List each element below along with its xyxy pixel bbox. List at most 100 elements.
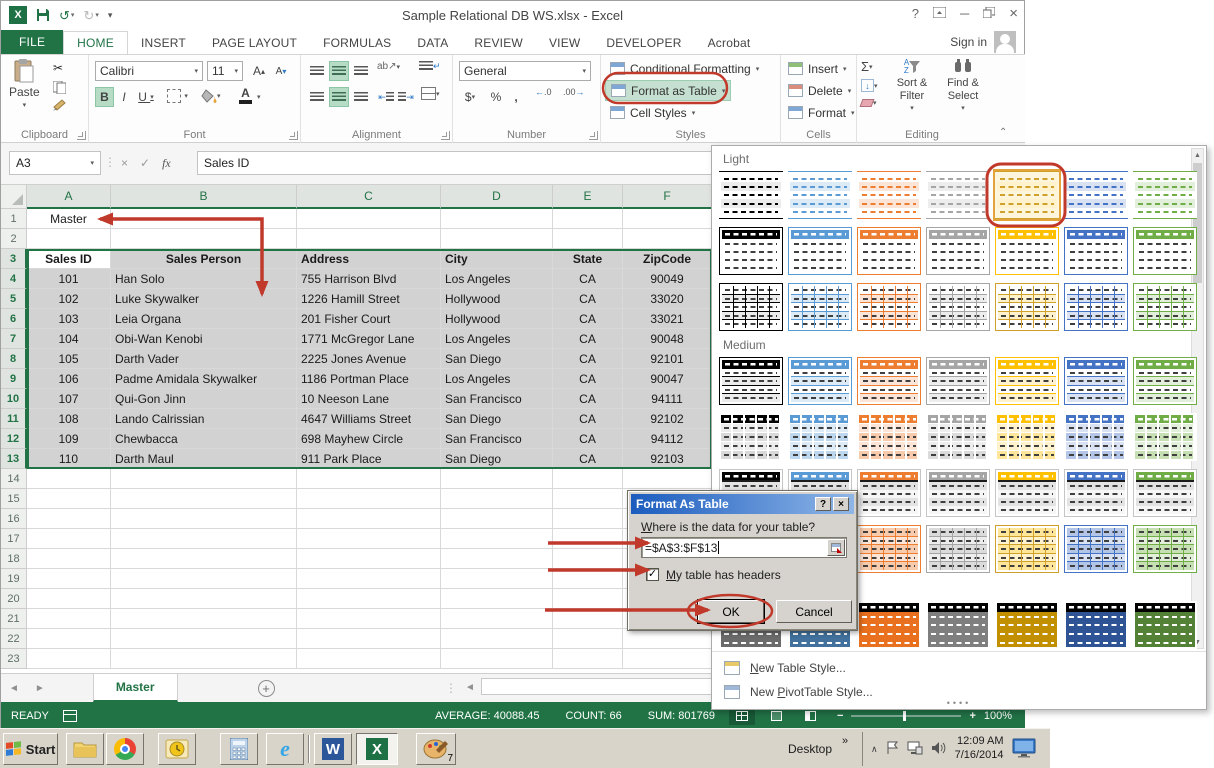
sign-in[interactable]: Sign in	[950, 31, 1016, 53]
table-style-m2-blue[interactable]	[1064, 413, 1128, 461]
cell-E12[interactable]: CA	[553, 429, 623, 449]
table-style-l2-gray[interactable]	[926, 227, 990, 275]
cell-F8[interactable]: 92101	[623, 349, 712, 369]
cell-F1[interactable]	[623, 209, 712, 229]
cell-C3[interactable]: Address	[297, 249, 441, 269]
volume-icon[interactable]	[931, 741, 947, 758]
table-style-m1-blue[interactable]	[1064, 357, 1128, 405]
cell-C16[interactable]	[297, 509, 441, 529]
cell-A11[interactable]: 108	[27, 409, 111, 429]
cell-D18[interactable]	[441, 549, 553, 569]
table-style-d1-green[interactable]	[1133, 601, 1197, 649]
table-style-l1-gold[interactable]	[995, 171, 1059, 219]
cell-E2[interactable]	[553, 229, 623, 249]
excel-app-icon[interactable]: X	[9, 6, 27, 24]
bold-button[interactable]: B	[95, 87, 114, 107]
column-header-F[interactable]: F	[623, 185, 712, 209]
column-header-C[interactable]: C	[297, 185, 441, 209]
cell-A23[interactable]	[27, 649, 111, 669]
gallery-resize-handle[interactable]: ••••	[712, 698, 1206, 708]
ribbon-tab-home[interactable]: HOME	[63, 31, 128, 55]
cell-A22[interactable]	[27, 629, 111, 649]
cell-A20[interactable]	[27, 589, 111, 609]
cell-B22[interactable]	[111, 629, 297, 649]
cell-B16[interactable]	[111, 509, 297, 529]
table-style-m1-green[interactable]	[1133, 357, 1197, 405]
align-right-icon[interactable]	[351, 87, 371, 107]
table-style-l3-green[interactable]	[1133, 283, 1197, 331]
cell-F3[interactable]: ZipCode	[623, 249, 712, 269]
macro-record-icon[interactable]	[63, 710, 77, 722]
table-style-d1-orange[interactable]	[857, 601, 921, 649]
cell-C1[interactable]	[297, 209, 441, 229]
table-style-m1-light-blue[interactable]	[788, 357, 852, 405]
row-header-17[interactable]: 17	[1, 529, 27, 549]
cell-E4[interactable]: CA	[553, 269, 623, 289]
restore-icon[interactable]	[983, 6, 995, 21]
row-header-3[interactable]: 3	[1, 249, 27, 269]
insert-cells-button[interactable]: Insert▾	[783, 58, 852, 79]
cell-A3[interactable]: Sales ID	[27, 249, 111, 269]
cell-D17[interactable]	[441, 529, 553, 549]
row-header-4[interactable]: 4	[1, 269, 27, 289]
table-style-m4-orange[interactable]	[857, 525, 921, 573]
cell-B9[interactable]: Padme Amidala Skywalker	[111, 369, 297, 389]
table-style-d1-gray[interactable]	[926, 601, 990, 649]
cell-C22[interactable]	[297, 629, 441, 649]
hscroll-left-icon[interactable]: ◄	[457, 682, 483, 693]
cell-B7[interactable]: Obi-Wan Kenobi	[111, 329, 297, 349]
cell-B2[interactable]	[111, 229, 297, 249]
cell-F14[interactable]	[623, 469, 712, 489]
increase-decimal-icon[interactable]: ←.0	[535, 87, 552, 97]
row-header-16[interactable]: 16	[1, 509, 27, 529]
cell-F10[interactable]: 94111	[623, 389, 712, 409]
table-style-m4-green[interactable]	[1133, 525, 1197, 573]
ribbon-tab-acrobat[interactable]: Acrobat	[695, 32, 764, 54]
cell-E13[interactable]: CA	[553, 449, 623, 469]
table-style-l2-blue[interactable]	[1064, 227, 1128, 275]
cancel-entry-icon[interactable]: ×	[121, 156, 128, 170]
sort-filter-button[interactable]: AZ Sort & Filter ▾	[891, 59, 933, 112]
cell-E8[interactable]: CA	[553, 349, 623, 369]
redo-icon[interactable]: ↻▾	[83, 9, 98, 22]
chrome-icon[interactable]	[106, 733, 144, 765]
cell-E1[interactable]	[553, 209, 623, 229]
table-style-m2-light-blue[interactable]	[788, 413, 852, 461]
table-style-l3-blue[interactable]	[1064, 283, 1128, 331]
italic-button[interactable]: I	[116, 87, 132, 107]
row-header-21[interactable]: 21	[1, 609, 27, 629]
table-style-m2-orange[interactable]	[857, 413, 921, 461]
table-style-l3-black[interactable]	[719, 283, 783, 331]
table-style-m1-gray[interactable]	[926, 357, 990, 405]
undo-icon[interactable]: ↺▾	[59, 9, 74, 22]
row-header-12[interactable]: 12	[1, 429, 27, 449]
table-style-m2-gold[interactable]	[995, 413, 1059, 461]
number-dialog-launcher-icon[interactable]	[589, 131, 598, 140]
decrease-indent-icon[interactable]: ⇤	[377, 87, 395, 107]
row-header-1[interactable]: 1	[1, 209, 27, 229]
minimize-icon[interactable]: ─	[960, 6, 969, 21]
cell-B15[interactable]	[111, 489, 297, 509]
avatar[interactable]	[994, 31, 1016, 53]
cell-E17[interactable]	[553, 529, 623, 549]
copy-icon[interactable]	[53, 81, 66, 97]
tray-time[interactable]: 12:09 AM	[957, 735, 1003, 747]
cell-D15[interactable]	[441, 489, 553, 509]
table-style-m4-blue[interactable]	[1064, 525, 1128, 573]
cell-B21[interactable]	[111, 609, 297, 629]
table-style-d1-gold[interactable]	[995, 601, 1059, 649]
decrease-decimal-icon[interactable]: .00→	[563, 87, 585, 97]
borders-icon[interactable]: ▾	[167, 89, 188, 103]
table-style-l1-black[interactable]	[719, 171, 783, 219]
ribbon-tab-developer[interactable]: DEVELOPER	[593, 32, 694, 54]
cell-E5[interactable]: CA	[553, 289, 623, 309]
table-style-l2-orange[interactable]	[857, 227, 921, 275]
ribbon-tab-insert[interactable]: INSERT	[128, 32, 199, 54]
dialog-close-icon[interactable]: ×	[833, 497, 849, 511]
table-style-l2-black[interactable]	[719, 227, 783, 275]
table-style-m3-blue[interactable]	[1064, 469, 1128, 517]
row-header-7[interactable]: 7	[1, 329, 27, 349]
cell-B4[interactable]: Han Solo	[111, 269, 297, 289]
column-header-A[interactable]: A	[27, 185, 111, 209]
cell-E18[interactable]	[553, 549, 623, 569]
